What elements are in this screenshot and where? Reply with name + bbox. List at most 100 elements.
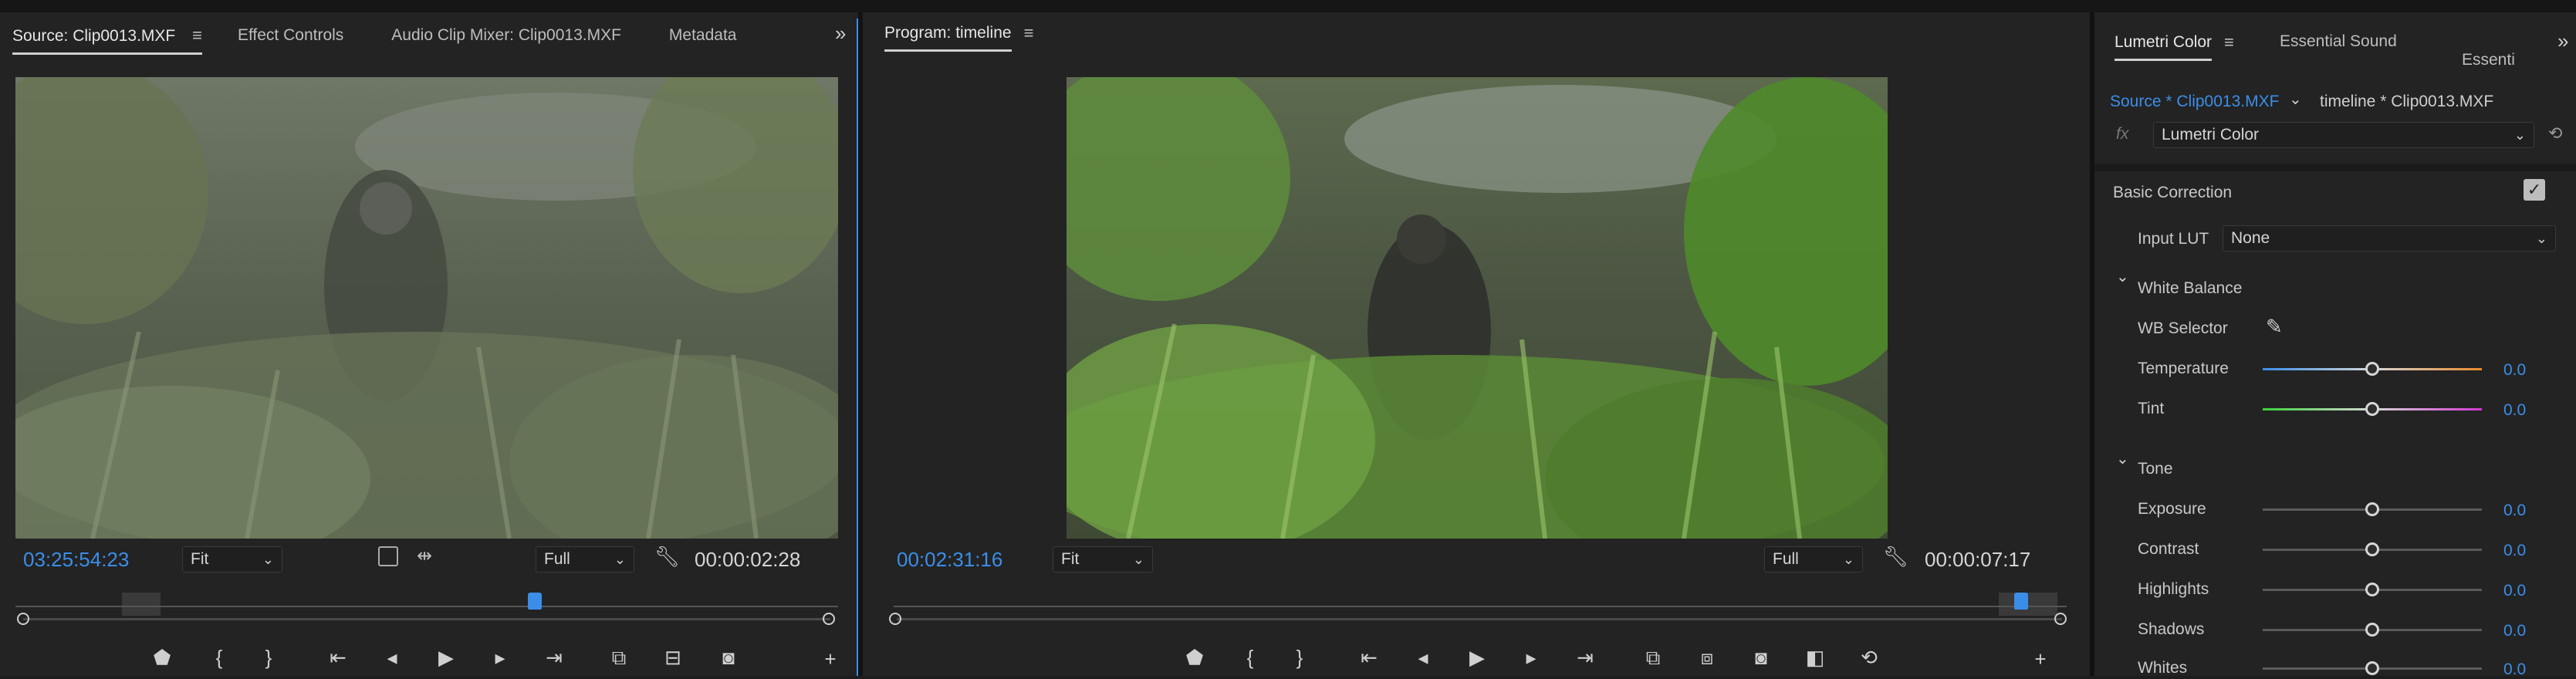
temperature-value[interactable]: 0.0 [2503, 361, 2526, 380]
panel-menu-icon[interactable]: ≡ [2224, 32, 2234, 52]
mark-in-icon[interactable]: { [204, 642, 235, 673]
tab-source[interactable]: Source: Clip0013.MXF ≡ [12, 25, 202, 55]
mark-in-icon[interactable]: { [1235, 642, 1266, 673]
eyedropper-icon[interactable]: ✎ [2266, 315, 2283, 339]
section-separator [2094, 164, 2576, 171]
chevron-down-icon: ⌄ [614, 551, 626, 567]
program-time-ruler[interactable] [894, 593, 2067, 616]
wb-selector-label: WB Selector [2138, 319, 2228, 337]
proxy-toggle-icon[interactable]: ⟲ [1854, 642, 1885, 673]
basic-correction-checkbox[interactable]: ✓ [2524, 179, 2545, 201]
export-frame-icon[interactable]: ◙ [713, 642, 744, 673]
exposure-value[interactable]: 0.0 [2503, 502, 2526, 520]
export-frame-icon[interactable]: ◙ [1746, 642, 1776, 673]
highlights-slider-knob[interactable] [2365, 583, 2379, 596]
source-in-handle[interactable] [17, 613, 29, 625]
shadows-label: Shadows [2138, 620, 2205, 638]
source-duration: 00:00:02:28 [695, 548, 801, 571]
mark-out-icon[interactable]: } [253, 642, 284, 673]
double-chevron-right-icon[interactable]: » [2557, 29, 2568, 53]
contrast-slider-knob[interactable] [2365, 542, 2379, 556]
step-forward-icon[interactable]: ▸ [1516, 642, 1547, 673]
tab-metadata[interactable]: Metadata [669, 26, 737, 45]
chevron-down-icon[interactable]: ⌄ [2116, 267, 2129, 286]
extract-icon[interactable]: ⧈ [1692, 642, 1722, 673]
add-marker-icon[interactable]: ⬟ [1179, 642, 1210, 673]
contrast-value[interactable]: 0.0 [2503, 542, 2526, 560]
source-time-ruler[interactable] [15, 593, 838, 616]
mark-out-icon[interactable]: } [1284, 642, 1315, 673]
drag-video-icon[interactable] [378, 546, 398, 566]
highlights-value[interactable]: 0.0 [2503, 582, 2526, 600]
lift-icon[interactable]: ⧉ [1638, 642, 1668, 673]
program-in-handle[interactable] [889, 613, 901, 625]
tone-heading[interactable]: Tone [2138, 460, 2173, 478]
tint-value[interactable]: 0.0 [2503, 401, 2526, 420]
program-monitor-panel: Program: timeline ≡ 00:02:31:16 Fit ⌄ Fu… [863, 12, 2090, 676]
source-current-timecode[interactable]: 03:25:54:23 [23, 548, 129, 572]
wrench-icon[interactable]: 🔧︎ [1883, 545, 1908, 569]
add-marker-icon[interactable]: ⬟ [147, 642, 177, 673]
program-video-frame[interactable] [1067, 77, 1888, 539]
whites-slider-knob[interactable] [2365, 661, 2379, 675]
step-back-icon[interactable]: ◂ [377, 642, 407, 673]
source-clip-tab[interactable]: Source * Clip0013.MXF [2110, 93, 2279, 111]
basic-correction-heading[interactable]: Basic Correction [2113, 184, 2232, 202]
drag-audio-icon[interactable]: ⇹ [417, 545, 432, 567]
program-playhead[interactable] [2014, 593, 2028, 610]
white-balance-heading[interactable]: White Balance [2138, 279, 2242, 298]
play-icon[interactable]: ▶ [431, 642, 461, 673]
source-video-frame[interactable] [15, 77, 838, 539]
step-back-icon[interactable]: ◂ [1408, 642, 1438, 673]
wrench-icon[interactable]: 🔧︎ [654, 545, 680, 569]
chevron-down-icon[interactable]: ⌄ [2289, 90, 2302, 109]
tab-effect-controls[interactable]: Effect Controls [238, 26, 343, 45]
effect-select[interactable]: Lumetri Color ⌄ [2153, 122, 2534, 148]
go-to-out-icon[interactable]: ⇥ [1570, 642, 1601, 673]
step-forward-icon[interactable]: ▸ [485, 642, 516, 673]
panel-menu-icon[interactable]: ≡ [192, 25, 202, 46]
source-resolution-select[interactable]: Full ⌄ [536, 546, 634, 573]
shadows-value[interactable]: 0.0 [2503, 622, 2526, 640]
program-resolution-select[interactable]: Full ⌄ [1764, 546, 1863, 573]
insert-icon[interactable]: ⧉ [603, 642, 634, 673]
chevron-down-icon: ⌄ [262, 551, 274, 567]
go-to-out-icon[interactable]: ⇥ [539, 642, 570, 673]
overwrite-icon[interactable]: ⊟ [658, 642, 688, 673]
exposure-slider-knob[interactable] [2365, 502, 2379, 516]
shadows-slider-knob[interactable] [2365, 623, 2379, 637]
tint-slider-knob[interactable] [2365, 402, 2379, 416]
timeline-clip-tab[interactable]: timeline * Clip0013.MXF [2320, 93, 2493, 111]
program-out-handle[interactable] [2054, 613, 2067, 625]
program-current-timecode[interactable]: 00:02:31:16 [897, 548, 1002, 572]
whites-value[interactable]: 0.0 [2503, 660, 2526, 679]
chevron-down-icon[interactable]: ⌄ [2116, 449, 2129, 468]
source-zoom-select[interactable]: Fit ⌄ [182, 546, 282, 573]
go-to-in-icon[interactable]: ⇤ [323, 642, 353, 673]
temperature-slider-knob[interactable] [2365, 362, 2379, 376]
tab-program[interactable]: Program: timeline [884, 24, 1012, 52]
add-button-icon[interactable]: + [815, 644, 846, 674]
comparison-view-icon[interactable]: ◧ [1800, 642, 1831, 673]
program-scrub-bar[interactable] [897, 618, 2062, 620]
contrast-label: Contrast [2138, 540, 2199, 558]
program-zoom-select[interactable]: Fit ⌄ [1053, 546, 1153, 573]
chevron-down-icon: ⌄ [1132, 551, 1144, 567]
reset-icon[interactable]: ⟲ [2548, 123, 2562, 144]
source-monitor-panel: Source: Clip0013.MXF ≡ Effect Controls A… [0, 12, 858, 676]
lumetri-color-panel: Lumetri Color ≡ Essential Sound Essenti … [2094, 12, 2576, 679]
panel-menu-icon[interactable]: ≡ [1024, 23, 1034, 43]
play-icon[interactable]: ▶ [1462, 642, 1493, 673]
tab-essential-sound[interactable]: Essential Sound [2280, 32, 2576, 51]
source-out-handle[interactable] [823, 613, 835, 625]
go-to-in-icon[interactable]: ⇤ [1354, 642, 1384, 673]
tab-essential-graphics[interactable]: Essenti [2462, 51, 2576, 69]
tab-audio-clip-mixer[interactable]: Audio Clip Mixer: Clip0013.MXF [391, 26, 621, 45]
input-lut-select[interactable]: None ⌄ [2223, 225, 2556, 252]
source-playhead[interactable] [528, 593, 542, 610]
double-chevron-right-icon[interactable]: » [835, 22, 846, 46]
chevron-down-icon: ⌄ [1842, 551, 1854, 567]
add-button-icon[interactable]: + [2025, 644, 2056, 674]
source-scrub-bar[interactable] [23, 618, 830, 620]
tab-lumetri-color[interactable]: Lumetri Color [2115, 33, 2213, 61]
